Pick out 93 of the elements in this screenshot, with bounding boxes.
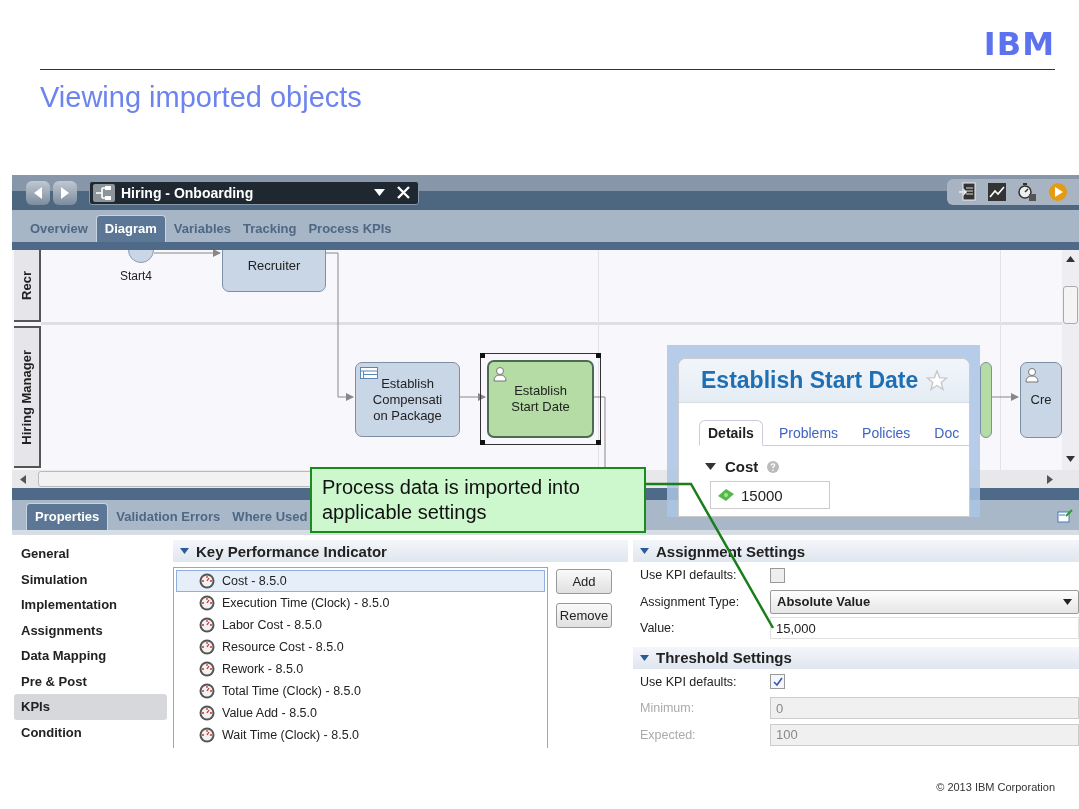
user-icon (493, 366, 507, 382)
up-arrow-icon[interactable] (1066, 256, 1075, 262)
field-label: Use KPI defaults: (640, 568, 738, 583)
list-item[interactable]: Wait Time (Clock) - 8.5.0 (176, 724, 545, 746)
checkbox[interactable] (770, 567, 785, 583)
nav-item[interactable]: KPIs (14, 694, 167, 720)
left-arrow-icon (32, 185, 44, 200)
left-arrow-icon[interactable] (20, 474, 26, 484)
field-label: Minimum: (640, 701, 696, 716)
checkbox[interactable] (770, 674, 785, 690)
selection-frame[interactable] (480, 353, 601, 445)
node-label: Start4 (120, 269, 152, 283)
nav-item[interactable]: Pre & Post (14, 668, 167, 694)
scroll-thumb[interactable] (1063, 286, 1078, 324)
field-label: Assignment Type: (640, 594, 741, 609)
caret-icon (640, 548, 649, 554)
tab[interactable]: Problems (770, 421, 847, 445)
money-icon (717, 488, 735, 502)
down-arrow-icon[interactable] (1066, 456, 1075, 462)
chart-icon[interactable] (987, 183, 1006, 201)
close-icon[interactable] (397, 186, 410, 199)
nav-item[interactable]: Condition (14, 719, 167, 745)
pin-icon[interactable] (1057, 508, 1073, 524)
field-label: Value: (640, 621, 676, 636)
lane-header: Recr (14, 250, 41, 322)
list-item[interactable]: Labor Cost - 8.5.0 (176, 614, 545, 636)
connector-arrow (991, 393, 1019, 401)
slide-title: Viewing imported objects (40, 80, 363, 115)
gauge-icon (199, 727, 215, 743)
tab[interactable]: Details (699, 420, 763, 446)
tab[interactable]: Diagram (95, 215, 166, 242)
nav-item[interactable]: Data Mapping (14, 643, 167, 669)
value-field[interactable]: 15000 (710, 481, 830, 509)
nav-item[interactable]: Assignments (14, 617, 167, 643)
right-arrow-icon (59, 185, 71, 200)
gauge-icon (199, 705, 215, 721)
star-icon[interactable] (926, 370, 949, 391)
action-button[interactable]: Remove (556, 603, 612, 628)
task-node[interactable]: Recruiter (222, 250, 326, 292)
nav-item[interactable]: Simulation (14, 566, 167, 592)
field-label: Cost (725, 458, 759, 475)
callout-tooltip: Process data is imported into applicable settings (310, 467, 646, 533)
editor-title: Hiring - Onboarding (121, 184, 255, 201)
gauge-icon (199, 617, 215, 633)
field-label: Expected: (640, 727, 697, 742)
tab[interactable]: Policies (854, 421, 919, 445)
list-item[interactable]: Cost - 8.5.0 (176, 570, 545, 592)
nav-item[interactable]: Implementation (14, 592, 167, 618)
logo: IBM (983, 26, 1055, 62)
section-header[interactable]: Threshold Settings (633, 646, 1079, 669)
caret-icon (180, 548, 189, 554)
dropdown-field[interactable]: Absolute Value (770, 589, 1079, 614)
gauge-icon (199, 573, 215, 589)
input-field[interactable]: 15,000 (770, 617, 1079, 640)
list-item[interactable]: Execution Time (Clock) - 8.5.0 (176, 592, 545, 614)
editor-tab[interactable]: Hiring - Onboarding (89, 180, 419, 205)
caret-icon (1063, 598, 1072, 605)
gauge-icon (199, 595, 215, 611)
copyright: © 2013 IBM Corporation (936, 781, 1055, 793)
connector-arrow (459, 393, 486, 401)
gauge-icon (199, 683, 215, 699)
task-node[interactable]: Cre (1020, 362, 1062, 438)
list-item[interactable]: Resource Cost - 8.5.0 (176, 636, 545, 658)
dropdown-caret-icon[interactable] (374, 189, 385, 196)
user-icon (1025, 367, 1039, 383)
list-item[interactable]: Rework - 8.5.0 (176, 658, 545, 680)
gauge-icon (199, 661, 215, 677)
card-title: Establish Start Date (701, 367, 919, 394)
caret-icon (640, 654, 649, 661)
connector-arrow (153, 250, 221, 257)
action-button[interactable]: Add (556, 569, 612, 594)
right-arrow-icon[interactable] (1047, 474, 1053, 484)
stopwatch-icon[interactable] (1016, 182, 1037, 202)
forward-button[interactable] (53, 180, 77, 205)
task-node[interactable] (980, 362, 992, 438)
section-title: Threshold Settings (656, 649, 792, 666)
list-item[interactable]: Value Add - 8.5.0 (176, 702, 545, 724)
task-node[interactable]: Establish Compensati on Package (355, 362, 460, 437)
table-icon (360, 367, 378, 379)
field-label: Use KPI defaults: (640, 674, 738, 689)
lane-header: Hiring Manager (14, 326, 41, 468)
task-node[interactable]: Establish Start Date (487, 360, 594, 438)
section-header[interactable]: Key Performance Indicator (173, 540, 628, 562)
gauge-icon (199, 639, 215, 655)
list-item[interactable]: Total Time (Clock) - 8.5.0 (176, 680, 545, 702)
process-icon (93, 183, 115, 202)
vertical-scrollbar[interactable] (1062, 250, 1079, 470)
document-icon[interactable] (958, 182, 977, 202)
tab[interactable]: Properties (26, 503, 109, 530)
back-button[interactable] (26, 180, 50, 205)
tab[interactable]: Doc (926, 421, 968, 445)
nav-item[interactable]: General (14, 541, 167, 567)
section-title: Key Performance Indicator (196, 542, 387, 560)
